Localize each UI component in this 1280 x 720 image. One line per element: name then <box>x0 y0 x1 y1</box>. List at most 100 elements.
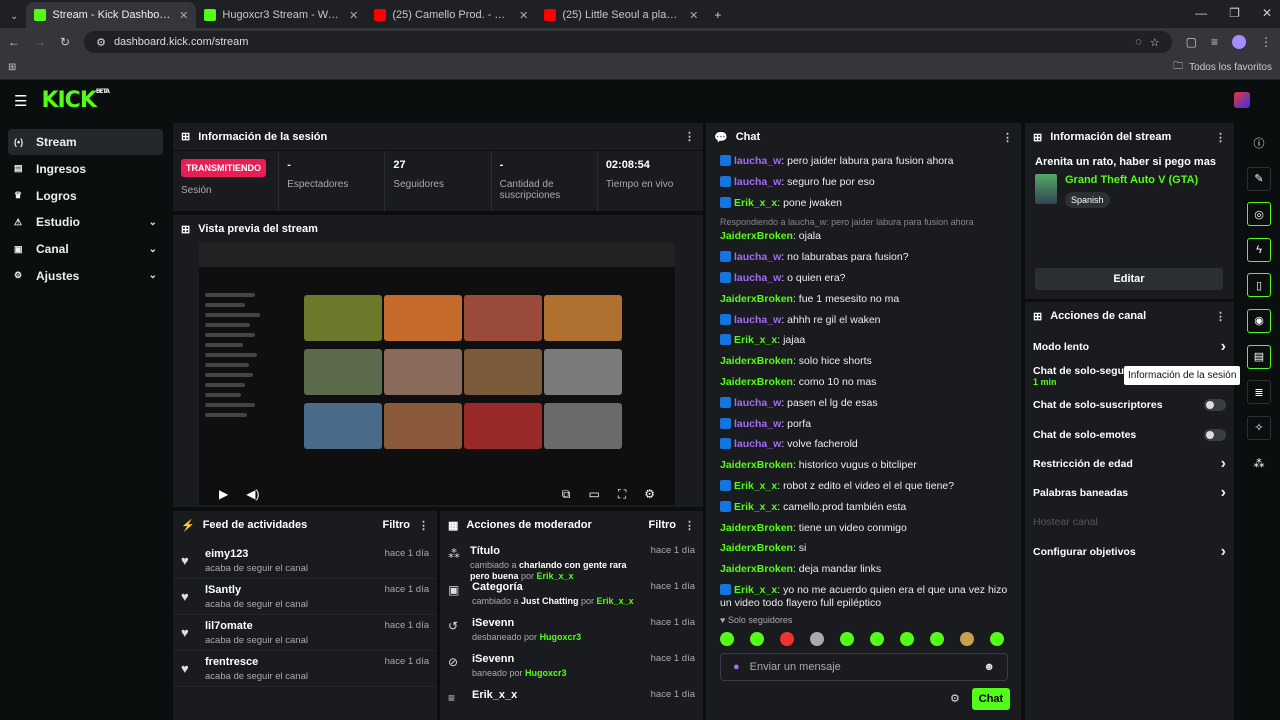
sidebar-item-ajustes[interactable]: ⚙ Ajustes ⌄ <box>8 263 163 289</box>
channel-action-4[interactable]: Restricción de edad › <box>1025 449 1234 478</box>
sidebar-item-ingresos[interactable]: ▤ Ingresos <box>8 156 163 182</box>
chat-send-button[interactable]: Chat <box>972 688 1010 710</box>
emote-icon[interactable] <box>900 632 914 646</box>
channel-action-0[interactable]: Modo lento › <box>1025 332 1234 361</box>
mod-action-user[interactable]: Erik_x_x <box>537 571 574 581</box>
chat-username[interactable]: JaiderxBroken <box>720 522 793 534</box>
tab-search-icon[interactable]: ⌄ <box>10 11 18 22</box>
channel-action-6[interactable]: Hostear canal <box>1025 508 1234 537</box>
chat-username[interactable]: laucha_w <box>734 418 781 430</box>
chat-message-input[interactable]: ● Enviar un mensaje ☻ <box>720 653 1008 681</box>
chat-username[interactable]: JaiderxBroken <box>720 542 793 554</box>
apps-icon[interactable]: ⊞ <box>8 62 16 73</box>
chat-username[interactable]: JaiderxBroken <box>720 376 793 388</box>
emote-icon[interactable] <box>840 632 854 646</box>
feed-username[interactable]: frentresce <box>205 656 308 668</box>
chevron-down-icon[interactable]: ⌄ <box>149 270 157 281</box>
all-bookmarks[interactable]: 🗀 Todos los favoritos <box>1173 59 1272 76</box>
mod-action-user[interactable]: Hugoxcr3 <box>525 668 567 678</box>
volume-icon[interactable]: ◀) <box>246 487 259 501</box>
emote-icon[interactable] <box>720 632 734 646</box>
site-info-icon[interactable]: ⚙ <box>96 36 106 49</box>
chat-username[interactable]: Erik_x_x <box>734 197 777 209</box>
chat-username[interactable]: laucha_w <box>734 397 781 409</box>
hamburger-menu-icon[interactable]: ☰ <box>14 92 27 110</box>
menu-icon[interactable]: ⋮ <box>1260 35 1272 49</box>
chat-username[interactable]: Erik_x_x <box>734 501 777 513</box>
forward-icon[interactable]: → <box>34 35 46 49</box>
chat-username[interactable]: JaiderxBroken <box>720 459 793 471</box>
browser-tab[interactable]: Stream - Kick Dashboard ✕ <box>26 2 197 28</box>
mod-icon[interactable]: ≣ <box>1247 380 1271 405</box>
chat-username[interactable]: laucha_w <box>734 272 781 284</box>
sidebar-item-stream[interactable]: (•) Stream <box>8 129 163 155</box>
chevron-down-icon[interactable]: ⌄ <box>149 244 157 255</box>
feed-more-icon[interactable]: ⋮ <box>418 519 429 532</box>
bolt-icon[interactable]: ϟ <box>1247 237 1271 262</box>
new-tab-button[interactable]: + <box>714 8 721 22</box>
minimize-icon[interactable]: — <box>1195 6 1207 20</box>
tab-close-icon[interactable]: ✕ <box>349 9 358 22</box>
url-bar[interactable]: ⚙ dashboard.kick.com/stream ◌ ☆ <box>84 31 1172 53</box>
fullscreen-icon[interactable]: ⛶ <box>618 487 626 502</box>
emote-icon[interactable] <box>750 632 764 646</box>
mod-action-user[interactable]: Hugoxcr3 <box>540 632 582 642</box>
emote-icon[interactable] <box>870 632 884 646</box>
theater-icon[interactable]: ▭ <box>588 487 599 502</box>
chat-username[interactable]: Erik_x_x <box>734 584 777 596</box>
channel-action-5[interactable]: Palabras baneadas › <box>1025 478 1234 507</box>
info-icon[interactable]: ⓘ <box>1247 131 1271 155</box>
chat-username[interactable]: laucha_w <box>734 155 781 167</box>
chat-username[interactable]: Erik_x_x <box>734 480 777 492</box>
wrench-icon[interactable]: ✧ <box>1247 415 1271 440</box>
eye-off-icon[interactable]: ◌ <box>1135 36 1142 48</box>
edit-button[interactable]: Editar <box>1035 268 1223 290</box>
chat-username[interactable]: JaiderxBroken <box>720 563 793 575</box>
chat-username[interactable]: laucha_w <box>734 314 781 326</box>
star-icon[interactable]: ☆ <box>1150 36 1160 49</box>
game-name[interactable]: Grand Theft Auto V (GTA) <box>1065 174 1198 186</box>
feed-filter-button[interactable]: Filtro <box>383 519 411 531</box>
phone-icon[interactable]: ▯ <box>1247 273 1271 298</box>
chat-username[interactable]: Erik_x_x <box>734 334 777 346</box>
chat-username[interactable]: JaiderxBroken <box>720 230 793 242</box>
chat-username[interactable]: laucha_w <box>734 251 781 263</box>
user-avatar[interactable] <box>1234 92 1250 108</box>
chat-username[interactable]: laucha_w <box>734 438 781 450</box>
restore-icon[interactable]: ❐ <box>1229 6 1240 20</box>
channel-action-2[interactable]: Chat de solo-suscriptores <box>1025 391 1234 420</box>
browser-tab[interactable]: Hugoxcr3 Stream - Watch Live on Kick ✕ <box>196 2 366 28</box>
chat-username[interactable]: JaiderxBroken <box>720 355 793 367</box>
reload-icon[interactable]: ↻ <box>60 35 70 49</box>
mod-action-user[interactable]: Erik_x_x <box>597 596 634 606</box>
close-window-icon[interactable]: ✕ <box>1262 6 1272 20</box>
mod-more-icon[interactable]: ⋮ <box>684 519 695 532</box>
chat-username[interactable]: JaiderxBroken <box>720 293 793 305</box>
back-icon[interactable]: ← <box>8 35 20 49</box>
chat-settings-icon[interactable]: ⚙ <box>950 692 960 705</box>
channel-action-3[interactable]: Chat de solo-emotes <box>1025 420 1234 449</box>
session-more-icon[interactable]: ⋮ <box>684 130 695 143</box>
settings-gear-icon[interactable]: ⚙ <box>644 487 655 502</box>
stream-info-more-icon[interactable]: ⋮ <box>1215 131 1226 144</box>
edit-pencil-icon[interactable]: ✎ <box>1247 166 1271 191</box>
camera-icon[interactable]: ◎ <box>1247 202 1271 227</box>
feed-username[interactable]: lSantly <box>205 584 308 596</box>
mod-filter-button[interactable]: Filtro <box>649 519 677 531</box>
kick-logo[interactable]: KICKBETA <box>41 88 109 113</box>
chat-username[interactable]: laucha_w <box>734 176 781 188</box>
sidebar-item-estudio[interactable]: ⚠ Estudio ⌄ <box>8 209 163 235</box>
tab-close-icon[interactable]: ✕ <box>179 9 188 22</box>
channel-actions-more-icon[interactable]: ⋮ <box>1215 310 1226 323</box>
sidebar-item-logros[interactable]: ♛ Logros <box>8 183 163 209</box>
toggle-switch[interactable] <box>1204 428 1226 441</box>
toggle-switch[interactable] <box>1204 399 1226 412</box>
tab-close-icon[interactable]: ✕ <box>689 9 698 22</box>
pip-icon[interactable]: ⧉ <box>562 487 571 502</box>
emote-icon[interactable] <box>930 632 944 646</box>
emote-icon[interactable] <box>990 632 1004 646</box>
browser-tab[interactable]: (25) Camello Prod. - YouTube ✕ <box>366 2 536 28</box>
emote-icon[interactable] <box>810 632 824 646</box>
share-icon[interactable]: ⁂ <box>1247 451 1271 475</box>
session-info-icon[interactable]: ▤ <box>1247 344 1271 369</box>
